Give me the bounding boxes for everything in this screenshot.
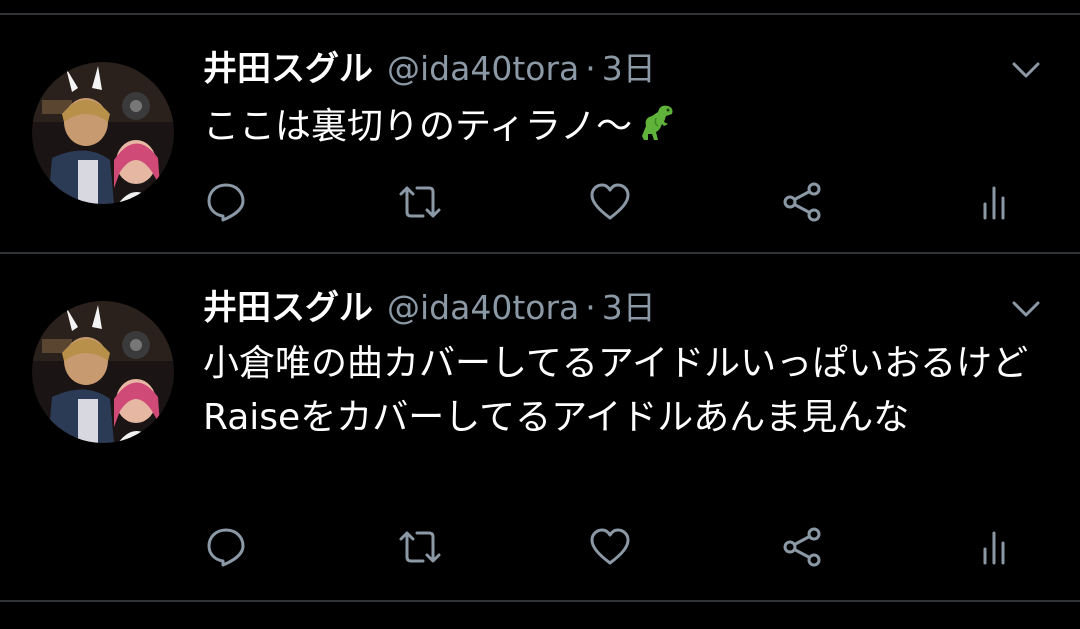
tweet-body: ここは裏切りのティラノ〜 xyxy=(203,106,633,147)
avatar[interactable] xyxy=(32,301,174,443)
share-button[interactable] xyxy=(774,519,830,575)
like-icon xyxy=(590,183,630,220)
like-icon xyxy=(590,528,630,565)
separator: · xyxy=(585,49,596,88)
t-rex-icon xyxy=(642,105,673,140)
author-handle[interactable]: @ida40tora xyxy=(387,49,579,88)
tweet-actions xyxy=(0,519,1080,579)
retweet-icon xyxy=(399,186,441,218)
top-divider xyxy=(0,13,1080,15)
bottom-divider xyxy=(0,600,1080,602)
tweet-text: ここは裏切りのティラノ〜 xyxy=(203,100,1053,154)
analytics-button[interactable] xyxy=(966,174,1022,230)
tweet-header: 井田スグル @ida40tora · 3日 xyxy=(203,44,656,94)
author-name[interactable]: 井田スグル xyxy=(203,288,373,328)
reply-icon xyxy=(207,528,245,567)
tweet-header: 井田スグル @ida40tora · 3日 xyxy=(203,283,656,333)
tweet-text: 小倉唯の曲カバーしてるアイドルいっぱいおるけどRaiseをカバーしてるアイドルあ… xyxy=(203,343,1029,438)
like-button[interactable] xyxy=(582,174,638,230)
reply-button[interactable] xyxy=(198,519,254,575)
chevron-down-icon[interactable] xyxy=(1008,52,1044,88)
separator: · xyxy=(585,288,596,327)
timestamp[interactable]: 3日 xyxy=(602,49,656,88)
tweet-2[interactable]: 井田スグル @ida40tora · 3日 小倉唯の曲カバーしてるアイドルいっぱいおる… xyxy=(0,283,1080,603)
retweet-icon xyxy=(399,531,441,563)
tweet-actions xyxy=(0,174,1080,234)
share-icon xyxy=(783,182,821,222)
reply-icon xyxy=(207,183,245,222)
timestamp[interactable]: 3日 xyxy=(602,288,656,327)
retweet-button[interactable] xyxy=(392,519,448,575)
analytics-icon xyxy=(983,186,1005,220)
tweet-divider xyxy=(0,252,1080,254)
retweet-button[interactable] xyxy=(392,174,448,230)
share-button[interactable] xyxy=(774,174,830,230)
analytics-icon xyxy=(983,531,1005,565)
like-button[interactable] xyxy=(582,519,638,575)
author-handle[interactable]: @ida40tora xyxy=(387,288,579,327)
author-name[interactable]: 井田スグル xyxy=(203,49,373,89)
chevron-down-icon[interactable] xyxy=(1008,291,1044,327)
tweet-1[interactable]: 井田スグル @ida40tora · 3日 ここは裏切りのティラノ〜 xyxy=(0,44,1080,244)
analytics-button[interactable] xyxy=(966,519,1022,575)
share-icon xyxy=(783,527,821,567)
reply-button[interactable] xyxy=(198,174,254,230)
